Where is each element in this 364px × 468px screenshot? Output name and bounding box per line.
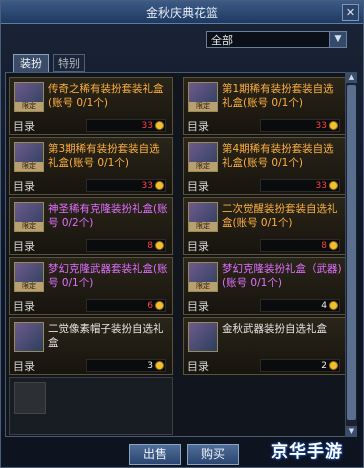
- limited-badge: 限定: [189, 282, 217, 291]
- limited-badge: 限定: [15, 282, 43, 291]
- limited-badge: 限定: [189, 222, 217, 231]
- item-price-value: 3: [147, 361, 153, 371]
- scrollbar[interactable]: ▲ ▼: [345, 72, 357, 437]
- item-gift-box-icon[interactable]: 限定: [188, 202, 218, 232]
- item-name: 二次觉醒装扮套装自选礼盒(账号 0/1个): [222, 203, 338, 229]
- item-price-value: 8: [147, 241, 153, 251]
- shop-window: 金秋庆典花篮 ✕ 全部 ▼ 装扮 特别 限定 传奇之稀有装扮套装礼盒(账号 0/1…: [0, 0, 364, 468]
- coin-icon: [155, 361, 164, 370]
- chevron-down-icon[interactable]: ▼: [329, 32, 346, 47]
- item-category-label: 目录: [13, 180, 35, 193]
- coin-icon: [329, 361, 338, 370]
- item-price-box: 3: [86, 359, 166, 372]
- item-gift-box-icon[interactable]: 限定: [14, 142, 44, 172]
- item-gift-box-icon[interactable]: 限定: [14, 82, 44, 112]
- item-card[interactable]: 限定 神圣稀有克隆装扮礼盒(账号 0/2个) 目录 8: [9, 197, 173, 255]
- item-price-box: 33: [260, 179, 340, 192]
- item-card[interactable]: 二觉像素帽子装扮自选礼盒 目录 3: [9, 317, 173, 375]
- item-name: 二觉像素帽子装扮自选礼盒: [48, 323, 164, 349]
- scroll-thumb[interactable]: [347, 85, 356, 420]
- item-gift-box-icon[interactable]: 限定: [14, 262, 44, 292]
- item-gift-box-icon[interactable]: 限定: [188, 142, 218, 172]
- item-name: 金秋武器装扮自选礼盒: [222, 323, 327, 335]
- coin-icon: [155, 121, 164, 130]
- item-price-box: 33: [260, 119, 340, 132]
- item-gift-box-icon[interactable]: 限定: [14, 202, 44, 232]
- watermark-logo: 京华手游: [271, 442, 343, 462]
- item-category-label: 目录: [13, 120, 35, 133]
- item-name: 第1期稀有装扮套装自选礼盒(账号 0/1个): [222, 83, 334, 109]
- item-price-box: 6: [86, 299, 166, 312]
- item-gift-box-icon[interactable]: 限定: [188, 82, 218, 112]
- window-title: 金秋庆典花篮: [145, 6, 218, 20]
- item-name: 传奇之稀有装扮套装礼盒(账号 0/1个): [48, 83, 164, 109]
- limited-badge: 限定: [189, 102, 217, 111]
- limited-badge: 限定: [189, 162, 217, 171]
- item-price-value: 33: [141, 181, 153, 191]
- scroll-up-icon[interactable]: ▲: [346, 72, 357, 83]
- coin-icon: [155, 181, 164, 190]
- item-price-box: 33: [86, 179, 166, 192]
- item-card[interactable]: 限定 梦幻克隆装扮礼盒（武器)(账号 0/1个) 目录 4: [183, 257, 347, 315]
- sell-button[interactable]: 出售: [129, 444, 181, 465]
- item-price-value: 8: [321, 241, 327, 251]
- coin-icon: [329, 181, 338, 190]
- item-card[interactable]: 限定 第3期稀有装扮套装自选礼盒(账号 0/1个) 目录 33: [9, 137, 173, 195]
- item-name: 第3期稀有装扮套装自选礼盒(账号 0/1个): [48, 143, 160, 169]
- item-category-label: 目录: [187, 180, 209, 193]
- item-category-label: 目录: [13, 240, 35, 253]
- item-category-label: 目录: [13, 300, 35, 313]
- item-price-value: 33: [315, 181, 327, 191]
- item-category-label: 目录: [187, 240, 209, 253]
- coin-icon: [329, 121, 338, 130]
- item-card[interactable]: 限定 梦幻克隆武器套装礼盒(账号 0/1个) 目录 6: [9, 257, 173, 315]
- empty-slot: [9, 377, 173, 435]
- item-price-box: 33: [86, 119, 166, 132]
- item-category-label: 目录: [187, 300, 209, 313]
- item-name: 梦幻克隆装扮礼盒（武器)(账号 0/1个): [222, 263, 342, 289]
- scroll-down-icon[interactable]: ▼: [346, 426, 357, 437]
- item-price-value: 4: [321, 301, 327, 311]
- tab-costume[interactable]: 装扮: [13, 54, 49, 72]
- item-category-label: 目录: [187, 120, 209, 133]
- item-gift-box-icon[interactable]: [14, 322, 44, 352]
- category-filter-select[interactable]: 全部 ▼: [206, 31, 347, 48]
- item-price-box: 8: [86, 239, 166, 252]
- item-gift-box-icon[interactable]: [188, 322, 218, 352]
- item-name: 神圣稀有克隆装扮礼盒(账号 0/2个): [48, 203, 168, 229]
- item-name: 第4期稀有装扮套装自选礼盒(账号 0/1个): [222, 143, 334, 169]
- coin-icon: [155, 301, 164, 310]
- coin-icon: [329, 301, 338, 310]
- item-price-box: 4: [260, 299, 340, 312]
- item-price-value: 33: [315, 121, 327, 131]
- tab-special[interactable]: 特别: [53, 54, 85, 72]
- item-card[interactable]: 金秋武器装扮自选礼盒目录 2: [183, 317, 347, 375]
- item-card[interactable]: 限定 第4期稀有装扮套装自选礼盒(账号 0/1个) 目录 33: [183, 137, 347, 195]
- limited-badge: 限定: [15, 162, 43, 171]
- item-category-label: 目录: [13, 360, 35, 373]
- limited-badge: 限定: [15, 222, 43, 231]
- item-price-value: 2: [321, 361, 327, 371]
- empty-item-icon: [14, 382, 46, 414]
- close-icon[interactable]: ✕: [342, 4, 359, 21]
- limited-badge: 限定: [15, 102, 43, 111]
- buy-button[interactable]: 购买: [187, 444, 239, 465]
- item-price-box: 8: [260, 239, 340, 252]
- coin-icon: [155, 241, 164, 250]
- item-gift-box-icon[interactable]: 限定: [188, 262, 218, 292]
- title-bar[interactable]: 金秋庆典花篮 ✕: [1, 1, 363, 24]
- item-card[interactable]: 限定 传奇之稀有装扮套装礼盒(账号 0/1个) 目录 33: [9, 77, 173, 135]
- item-name: 梦幻克隆武器套装礼盒(账号 0/1个): [48, 263, 168, 289]
- filter-selected-value: 全部: [211, 34, 233, 47]
- coin-icon: [329, 241, 338, 250]
- item-card[interactable]: 限定 第1期稀有装扮套装自选礼盒(账号 0/1个) 目录 33: [183, 77, 347, 135]
- item-price-value: 33: [141, 121, 153, 131]
- item-card[interactable]: 限定 二次觉醒装扮套装自选礼盒(账号 0/1个) 目录 8: [183, 197, 347, 255]
- item-category-label: 目录: [187, 360, 209, 373]
- item-price-value: 6: [147, 301, 153, 311]
- item-price-box: 2: [260, 359, 340, 372]
